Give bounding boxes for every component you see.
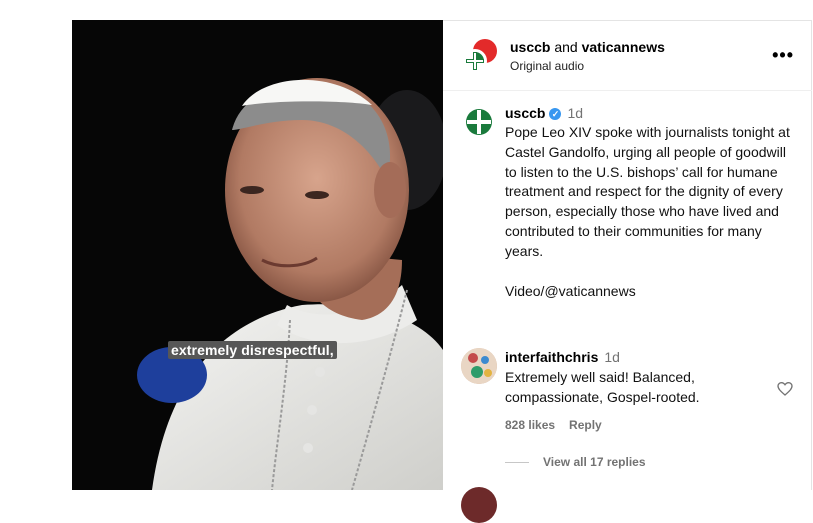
more-options-icon[interactable]: ••• — [772, 45, 794, 66]
reply-button[interactable]: Reply — [569, 418, 602, 432]
collab-joiner: and — [554, 39, 578, 55]
account-link-vaticannews[interactable]: vaticannews — [582, 39, 665, 55]
video-frame — [72, 20, 443, 490]
post-credit[interactable]: Video/@vaticannews — [505, 282, 800, 302]
post-username[interactable]: usccb — [505, 105, 545, 121]
replies-divider — [505, 462, 529, 463]
comment-likes[interactable]: 828 likes — [505, 418, 555, 432]
post-author: usccb ✓ 1d — [505, 105, 583, 121]
commenter-avatar-image — [461, 348, 497, 384]
comment-meta: 828 likes Reply — [505, 418, 616, 432]
audio-link[interactable]: Original audio — [510, 59, 584, 73]
verified-badge-icon: ✓ — [549, 108, 562, 120]
comment-text: Extremely well said! Balanced, compassio… — [505, 369, 700, 405]
account-link-usccb[interactable]: usccb — [510, 39, 550, 55]
post-caption: Pope Leo XIV spoke with journalists toni… — [505, 123, 800, 301]
collab-names: usccb and vaticannews — [510, 39, 665, 55]
comment-author: interfaithchris 1d — [505, 349, 620, 365]
next-commenter-avatar[interactable] — [461, 487, 497, 523]
comment-time[interactable]: 1d — [604, 349, 620, 365]
post-header: usccb and vaticannews Original audio ••• — [443, 21, 812, 91]
collab-avatar[interactable] — [463, 39, 497, 73]
usccb-post-avatar[interactable] — [465, 108, 493, 136]
reel-video[interactable]: extremely disrespectful, — [72, 20, 443, 490]
view-replies-button[interactable]: View all 17 replies — [543, 455, 646, 469]
post-time[interactable]: 1d — [567, 105, 583, 121]
post-panel: usccb and vaticannews Original audio •••… — [443, 20, 812, 523]
heart-outline-icon[interactable] — [777, 381, 793, 397]
video-caption: extremely disrespectful, — [168, 341, 337, 359]
post-body: Pope Leo XIV spoke with journalists toni… — [505, 124, 790, 259]
comment-username[interactable]: interfaithchris — [505, 349, 598, 365]
commenter-avatar[interactable] — [461, 348, 497, 384]
usccb-avatar — [463, 49, 487, 73]
usccb-logo-icon — [466, 52, 484, 70]
